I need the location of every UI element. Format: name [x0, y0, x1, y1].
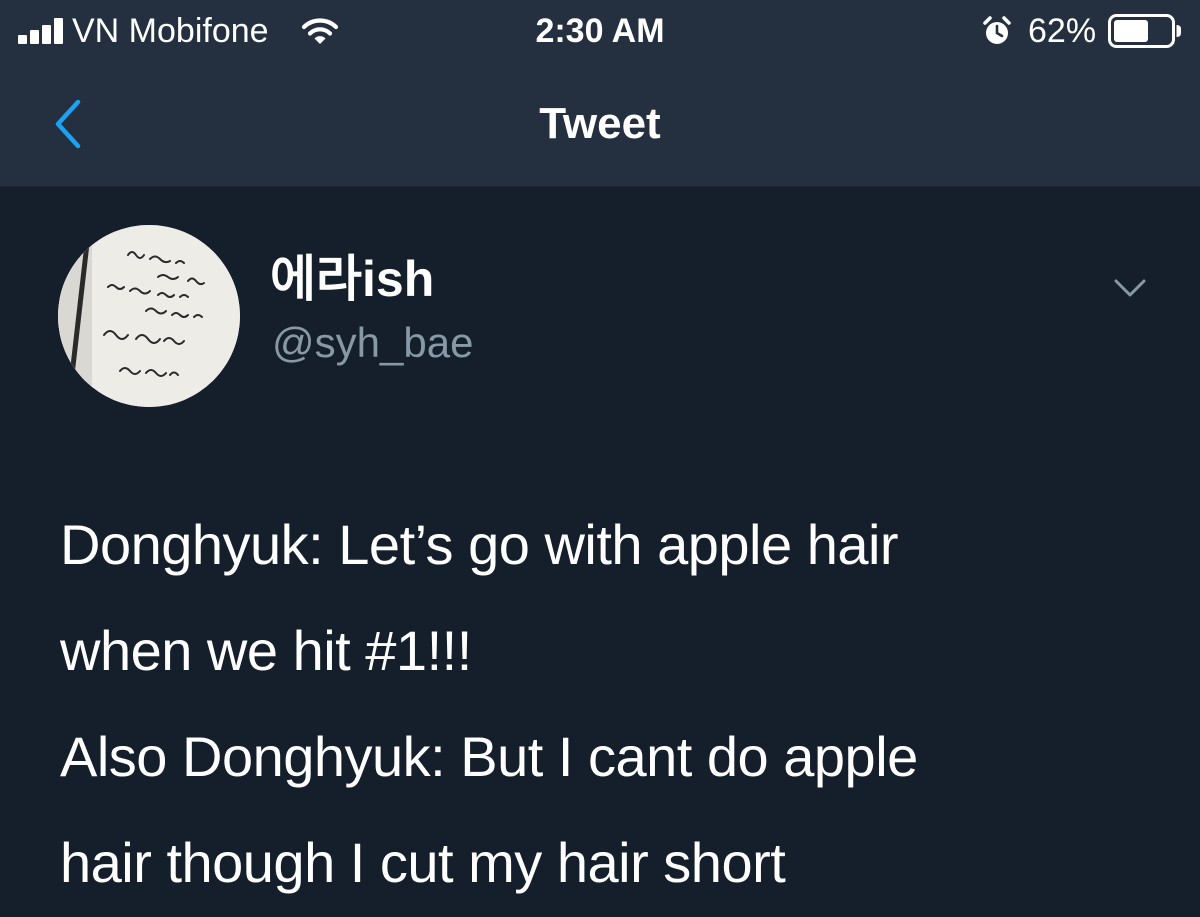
status-bar: VN Mobifone 2:30 AM 62%	[0, 0, 1200, 62]
tweet: 에라ish @syh_bae Donghyuk: Let’s go with a…	[0, 187, 1200, 917]
page-title: Tweet	[539, 99, 661, 148]
navigation-bar: Tweet	[0, 62, 1200, 187]
battery-icon	[1108, 14, 1181, 48]
alarm-clock-icon	[983, 16, 1011, 44]
battery-percent: 62%	[1028, 12, 1097, 50]
avatar[interactable]	[58, 225, 240, 407]
tweet-text-line: Also Donghyuk: But I cant do apple	[60, 725, 918, 788]
tweet-menu-button[interactable]	[1108, 271, 1152, 303]
tweet-text-line: when we hit #1!!!	[60, 619, 472, 682]
status-time: 2:30 AM	[535, 12, 665, 50]
tweet-detail-screen: VN Mobifone 2:30 AM 62% Tweet 에라ish @syh…	[0, 0, 1200, 917]
display-name[interactable]: 에라ish	[270, 249, 434, 309]
tweet-text: Donghyuk: Let’s go with apple hair when …	[60, 492, 1160, 916]
tweet-text-line: Donghyuk: Let’s go with apple hair	[60, 513, 899, 576]
chevron-down-icon	[1114, 279, 1146, 297]
tweet-text-line: hair though I cut my hair short	[60, 831, 786, 894]
handwritten-note-avatar	[58, 225, 240, 407]
user-handle[interactable]: @syh_bae	[272, 317, 473, 369]
